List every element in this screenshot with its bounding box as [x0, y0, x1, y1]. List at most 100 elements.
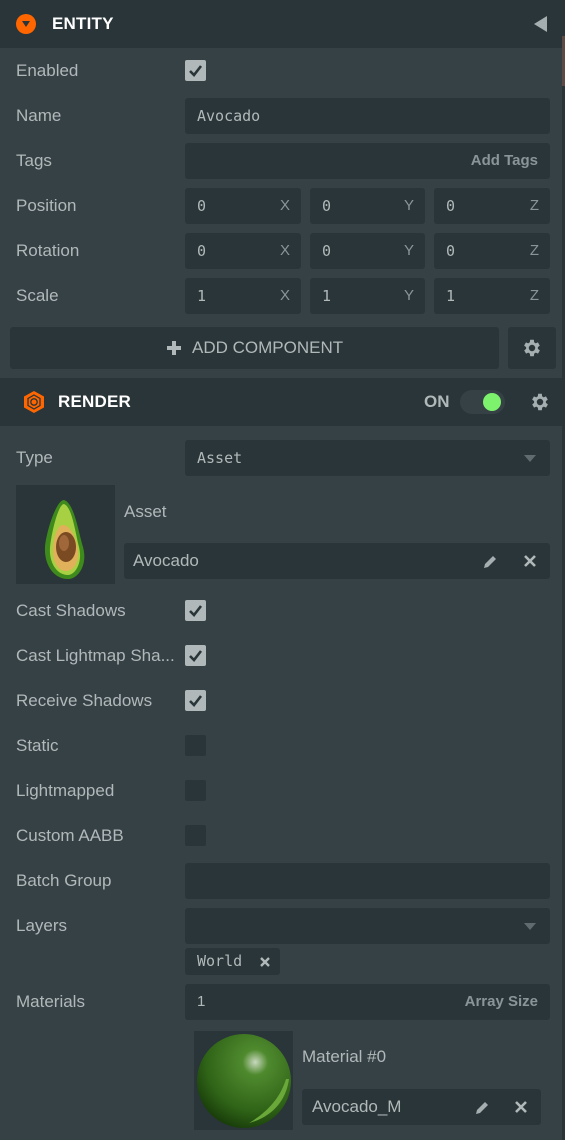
custom-aabb-checkbox[interactable] — [185, 825, 206, 846]
scale-z-input[interactable]: 1 Z — [434, 278, 550, 314]
close-icon[interactable] — [524, 555, 536, 567]
type-select[interactable]: Asset — [185, 440, 550, 476]
material-sphere-thumbnail[interactable] — [194, 1031, 293, 1130]
asset-label: Asset — [124, 502, 167, 521]
cast-lightmap-shadows-label: Cast Lightmap Sha... — [16, 646, 175, 665]
entity-collapse-icon[interactable] — [16, 14, 36, 34]
axis-x-label: X — [279, 287, 290, 304]
static-label: Static — [16, 736, 59, 755]
chevron-down-icon — [524, 455, 536, 462]
avocado-image — [44, 500, 85, 579]
position-x-input[interactable]: 0 X — [185, 188, 301, 224]
batch-group-select[interactable] — [185, 863, 550, 899]
receive-shadows-checkbox[interactable] — [185, 690, 206, 711]
materials-array-size-input[interactable]: 1 Array Size — [185, 984, 550, 1020]
array-size-value: 1 — [197, 993, 206, 1010]
render-title: RENDER — [58, 392, 131, 411]
position-y-input[interactable]: 0 Y — [310, 188, 425, 224]
entity-panel-header[interactable]: ENTITY — [0, 0, 565, 48]
material-0-field[interactable]: Avocado_M — [302, 1089, 541, 1125]
type-value: Asset — [197, 449, 243, 467]
rotation-y-input[interactable]: 0 Y — [310, 233, 425, 269]
scale-y-input[interactable]: 1 Y — [310, 278, 425, 314]
static-checkbox[interactable] — [185, 735, 206, 756]
close-icon[interactable] — [260, 957, 270, 967]
close-icon[interactable] — [515, 1101, 527, 1113]
layers-row: Layers — [0, 908, 565, 944]
position-x-value: 0 — [197, 197, 207, 215]
scale-label: Scale — [16, 286, 59, 305]
axis-y-label: Y — [403, 287, 414, 304]
tags-row: Tags Add Tags — [0, 143, 565, 179]
add-component-button[interactable]: ADD COMPONENT — [10, 327, 499, 369]
position-z-input[interactable]: 0 Z — [434, 188, 550, 224]
axis-z-label: Z — [529, 287, 539, 304]
cast-lightmap-shadows-checkbox[interactable] — [185, 645, 206, 666]
pencil-icon[interactable] — [482, 554, 498, 570]
render-enable-toggle[interactable] — [460, 390, 505, 414]
batch-group-row: Batch Group — [0, 863, 565, 899]
layers-label: Layers — [16, 916, 68, 935]
lightmapped-row: Lightmapped — [0, 773, 565, 809]
chevron-down-icon — [524, 923, 536, 930]
position-row: Position 0 X 0 Y 0 Z — [0, 188, 565, 224]
receive-shadows-row: Receive Shadows — [0, 683, 565, 719]
name-value: Avocado — [197, 107, 261, 125]
axis-y-label: Y — [403, 197, 414, 214]
material-sphere-image — [197, 1034, 291, 1128]
enabled-checkbox[interactable] — [185, 60, 206, 81]
layer-tag-world[interactable]: World — [185, 948, 280, 975]
cast-lightmap-shadows-row: Cast Lightmap Sha... — [0, 638, 565, 674]
checkmark-icon — [189, 695, 203, 707]
axis-x-label: X — [279, 242, 290, 259]
pencil-icon[interactable] — [474, 1100, 490, 1116]
lightmapped-checkbox[interactable] — [185, 780, 206, 801]
cast-shadows-checkbox[interactable] — [185, 600, 206, 621]
scale-row: Scale 1 X 1 Y 1 Z — [0, 278, 565, 314]
tags-input[interactable]: Add Tags — [185, 143, 550, 179]
gear-icon[interactable] — [529, 391, 551, 413]
rotation-z-input[interactable]: 0 Z — [434, 233, 550, 269]
entity-settings-button[interactable] — [508, 327, 556, 369]
enabled-label: Enabled — [16, 61, 79, 80]
checkmark-icon — [189, 650, 203, 662]
scale-x-value: 1 — [197, 287, 207, 305]
axis-z-label: Z — [529, 197, 539, 214]
asset-field[interactable]: Avocado — [124, 543, 550, 579]
material-0-label: Material #0 — [302, 1047, 387, 1066]
entity-title: ENTITY — [52, 14, 114, 33]
scale-x-input[interactable]: 1 X — [185, 278, 301, 314]
name-input[interactable]: Avocado — [185, 98, 550, 134]
type-label: Type — [16, 448, 53, 467]
material-0-value: Avocado_M — [312, 1097, 402, 1116]
custom-aabb-label: Custom AABB — [16, 826, 124, 845]
rotation-y-value: 0 — [322, 242, 332, 260]
rotation-x-input[interactable]: 0 X — [185, 233, 301, 269]
name-label: Name — [16, 106, 62, 125]
batch-group-label: Batch Group — [16, 871, 112, 890]
rotation-z-value: 0 — [446, 242, 456, 260]
triangle-left-icon[interactable] — [534, 16, 547, 32]
lightmapped-label: Lightmapped — [16, 781, 115, 800]
position-label: Position — [16, 196, 77, 215]
rotation-label: Rotation — [16, 241, 80, 260]
scale-y-value: 1 — [322, 287, 332, 305]
render-component-icon — [24, 391, 44, 413]
tags-placeholder: Add Tags — [470, 152, 538, 169]
rotation-row: Rotation 0 X 0 Y 0 Z — [0, 233, 565, 269]
plus-icon — [167, 341, 181, 355]
layer-tag-label: World — [197, 952, 243, 970]
scale-z-value: 1 — [446, 287, 456, 305]
rotation-x-value: 0 — [197, 242, 207, 260]
custom-aabb-row: Custom AABB — [0, 818, 565, 854]
layers-select[interactable] — [185, 908, 550, 944]
name-row: Name Avocado — [0, 98, 565, 134]
render-panel-header[interactable]: RENDER ON — [0, 378, 565, 426]
receive-shadows-label: Receive Shadows — [16, 691, 153, 710]
cast-shadows-label: Cast Shadows — [16, 601, 126, 620]
static-row: Static — [0, 728, 565, 764]
toggle-knob — [483, 393, 501, 411]
gear-icon — [524, 339, 540, 357]
axis-y-label: Y — [403, 242, 414, 259]
avocado-thumbnail[interactable] — [16, 485, 115, 584]
